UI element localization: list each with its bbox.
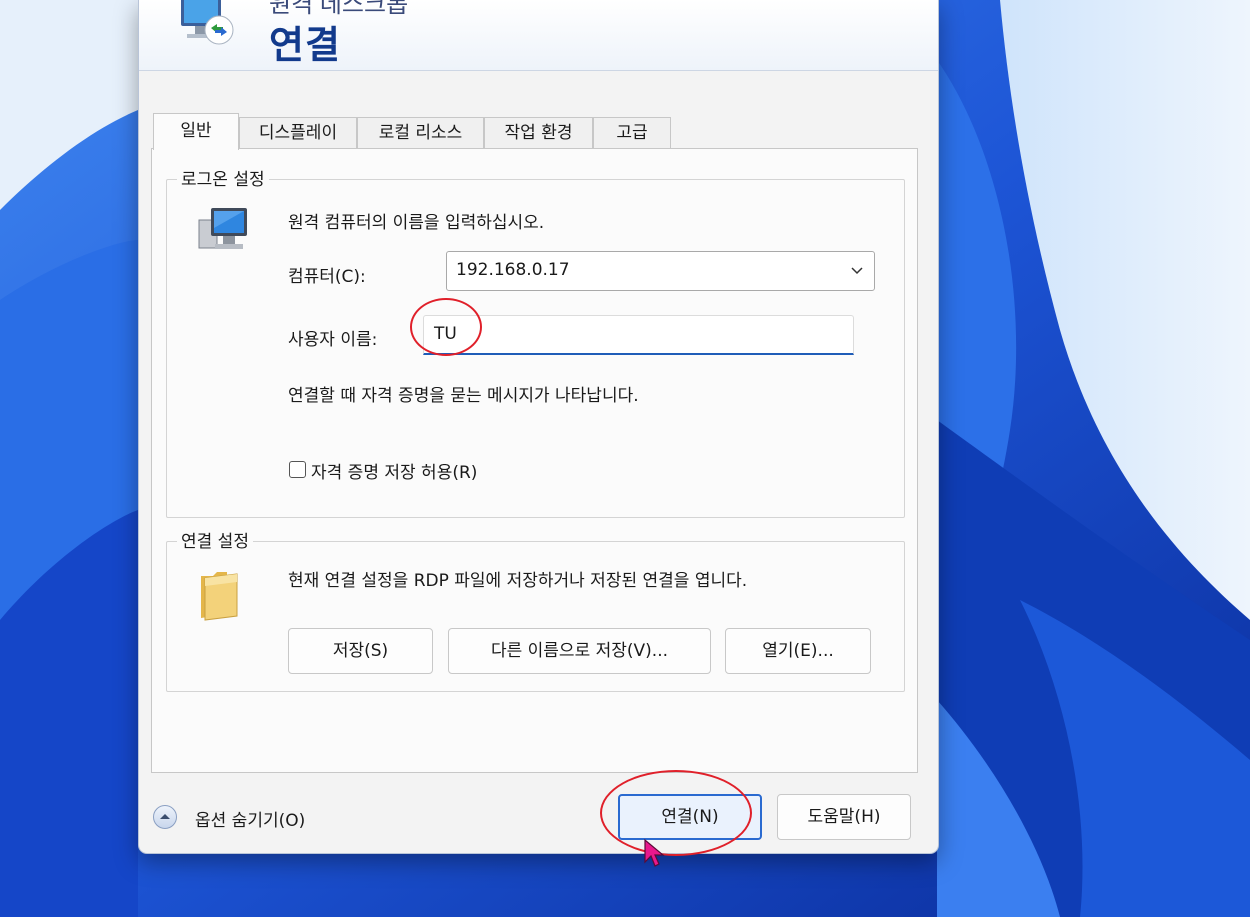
tab-advanced[interactable]: 고급: [593, 117, 671, 149]
computer-icon: [198, 208, 247, 249]
folder-icon: [201, 572, 238, 621]
save-credentials-checkbox[interactable]: [289, 461, 306, 478]
computer-label: 컴퓨터(C):: [288, 267, 366, 287]
username-value: TU: [434, 324, 457, 344]
open-button[interactable]: 열기(E)...: [725, 628, 871, 674]
save-as-button[interactable]: 다른 이름으로 저장(V)...: [448, 628, 711, 674]
username-input[interactable]: TU: [423, 315, 854, 355]
hide-options-label[interactable]: 옵션 숨기기(O): [195, 806, 305, 831]
connect-button[interactable]: 연결(N): [618, 794, 762, 840]
dialog-banner: 원격 데스크톱 연결: [139, 0, 938, 71]
computer-value: 192.168.0.17: [456, 260, 570, 280]
username-label: 사용자 이름:: [288, 330, 378, 350]
connection-settings-description: 현재 연결 설정을 RDP 파일에 저장하거나 저장된 연결을 엽니다.: [288, 571, 748, 591]
tab-panel-general: 로그온 설정 원격 컴퓨터의 이름을 입력하십시오. 컴퓨터(C): 192.1…: [151, 148, 918, 773]
save-button[interactable]: 저장(S): [288, 628, 433, 674]
collapse-options-button[interactable]: [153, 805, 177, 829]
remote-desktop-icon: [181, 0, 234, 45]
logon-settings-group: 로그온 설정 원격 컴퓨터의 이름을 입력하십시오. 컴퓨터(C): 192.1…: [166, 165, 905, 518]
chevron-down-icon[interactable]: [850, 264, 864, 278]
tab-experience[interactable]: 작업 환경: [484, 117, 593, 149]
save-credentials-label[interactable]: 자격 증명 저장 허용(R): [311, 458, 477, 483]
mouse-cursor-icon: [644, 838, 665, 867]
computer-combobox[interactable]: 192.168.0.17: [446, 251, 875, 291]
connection-settings-group: 연결 설정 현재 연결 설정을 RDP 파일에 저장하거나 저장된 연결을 엽니…: [166, 527, 905, 692]
credential-prompt-note: 연결할 때 자격 증명을 묻는 메시지가 나타납니다.: [288, 386, 639, 406]
chevron-up-icon: [160, 814, 170, 819]
logon-settings-legend: 로그온 설정: [177, 165, 269, 190]
help-button[interactable]: 도움말(H): [777, 794, 911, 840]
tab-display[interactable]: 디스플레이: [239, 117, 357, 149]
connection-settings-legend: 연결 설정: [177, 527, 253, 552]
tab-local-resources[interactable]: 로컬 리소스: [357, 117, 484, 149]
remote-desktop-dialog: 원격 데스크톱 연결 일반 디스플레이 로컬 리소스 작업 환경 고급 로그온 …: [138, 0, 939, 854]
banner-title: 연결: [269, 25, 341, 67]
logon-instruction: 원격 컴퓨터의 이름을 입력하십시오.: [288, 213, 545, 233]
tab-general[interactable]: 일반: [153, 113, 239, 150]
